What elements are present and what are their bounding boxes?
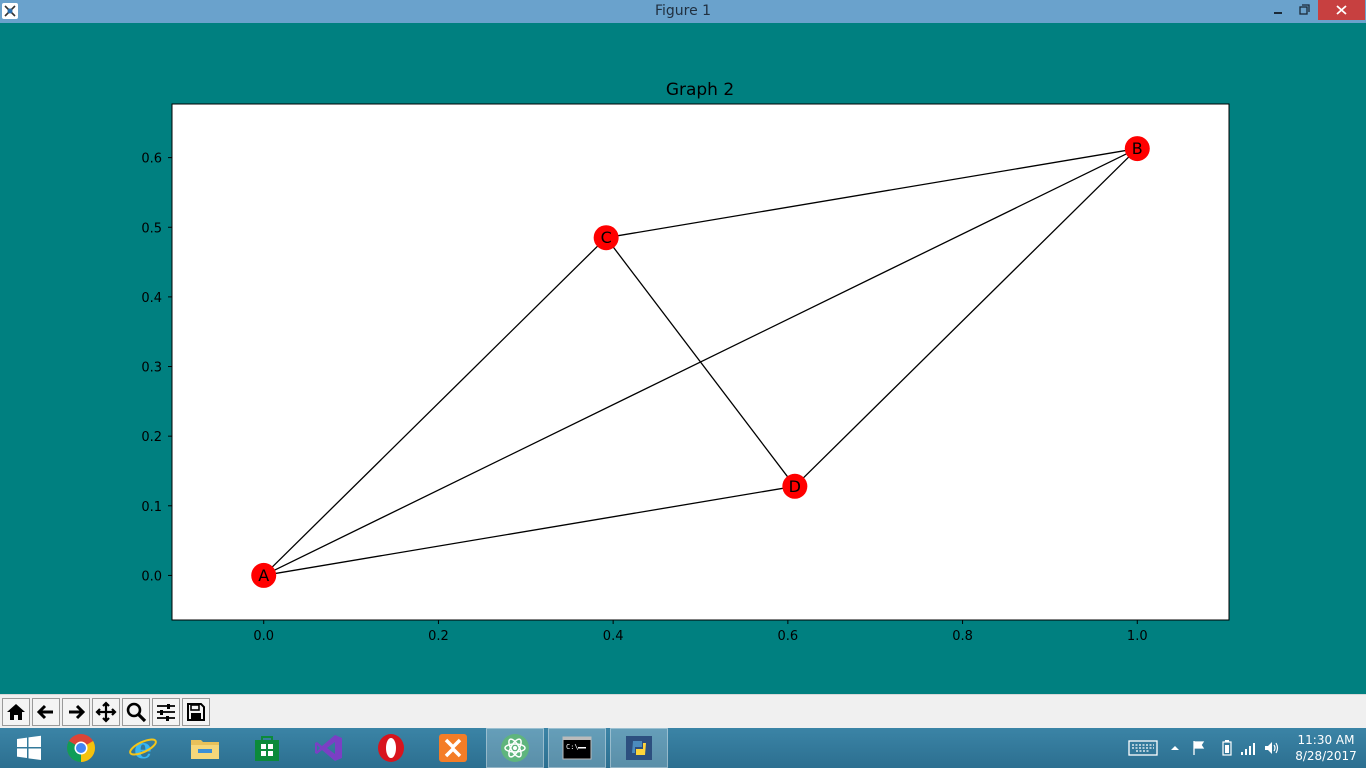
keyboard-tray[interactable]	[1128, 728, 1158, 768]
arrow-right-icon	[69, 704, 86, 720]
flag-icon	[1193, 741, 1205, 755]
signal-icon	[1241, 743, 1255, 755]
node-label-C: C	[601, 228, 612, 247]
keyboard-icon	[1128, 740, 1158, 756]
x-tick-label: 0.4	[603, 629, 624, 644]
start-button[interactable]	[0, 728, 58, 768]
taskbar-command-prompt[interactable]: C:\	[548, 728, 606, 768]
y-tick-label: 0.5	[141, 221, 162, 236]
cmd-icon: C:\	[562, 736, 592, 760]
x-tick-label: 0.6	[778, 629, 799, 644]
svg-text:e: e	[134, 732, 152, 764]
taskbar-atom[interactable]	[486, 728, 544, 768]
atom-icon	[501, 734, 529, 762]
window-title: Figure 1	[654, 3, 712, 19]
navigation-toolbar	[0, 694, 1366, 728]
x-tick-label: 0.0	[253, 629, 274, 644]
y-tick-label: 0.0	[141, 569, 162, 584]
home-button[interactable]	[2, 698, 30, 726]
taskbar-python[interactable]	[610, 728, 668, 768]
pan-button[interactable]	[92, 698, 120, 726]
clock-date: 8/28/2017	[1295, 749, 1357, 763]
home-icon	[7, 704, 25, 720]
taskbar-internet-explorer[interactable]: e	[114, 728, 172, 768]
close-button[interactable]	[1318, 0, 1365, 20]
y-tick-label: 0.4	[141, 291, 162, 306]
x-tick-label: 0.2	[428, 629, 449, 644]
restore-icon	[1299, 4, 1310, 15]
save-button[interactable]	[182, 698, 210, 726]
chevron-up-icon	[1171, 746, 1179, 750]
window-titlebar: Figure 1	[0, 0, 1366, 23]
graph-chart: Graph 2 0.0 0.2 0.4 0.6 0.8 1.0 0.0 0.1 0.2 0.3 0.…	[141, 80, 1230, 644]
windows-logo-icon	[17, 735, 41, 760]
restore-button[interactable]	[1290, 0, 1318, 20]
taskbar-store[interactable]	[238, 728, 296, 768]
x-tick-label: 1.0	[1127, 629, 1148, 644]
back-button[interactable]	[32, 698, 60, 726]
move-icon	[95, 701, 117, 723]
taskbar-file-explorer[interactable]	[176, 728, 234, 768]
minimize-button[interactable]	[1264, 0, 1292, 20]
taskbar: e C:\ 11:30 AM 8/28/2017	[0, 728, 1366, 768]
network-tray[interactable]	[1240, 728, 1256, 768]
chrome-icon	[67, 734, 95, 762]
y-tick-label: 0.2	[141, 430, 162, 445]
taskbar-clock[interactable]: 11:30 AM 8/28/2017	[1290, 732, 1362, 764]
x-tick-label: 0.8	[952, 629, 973, 644]
ie-icon: e	[129, 732, 157, 764]
figure-canvas[interactable]: Graph 2 0.0 0.2 0.4 0.6 0.8 1.0 0.0 0.1 0.2 0.3 0.…	[0, 23, 1366, 694]
visual-studio-icon	[315, 735, 342, 761]
node-label-A: A	[258, 566, 269, 585]
action-center-tray[interactable]	[1192, 728, 1208, 768]
svg-text:C:\: C:\	[566, 743, 579, 751]
taskbar-visual-studio[interactable]	[300, 728, 358, 768]
close-icon	[1336, 5, 1347, 15]
y-tick-label: 0.3	[141, 361, 162, 376]
store-icon	[255, 736, 279, 761]
node-label-B: B	[1132, 139, 1143, 158]
python-icon	[626, 736, 652, 760]
clock-time: 11:30 AM	[1297, 733, 1355, 747]
show-hidden-icons-button[interactable]	[1170, 728, 1180, 768]
arrow-left-icon	[36, 704, 53, 720]
y-tick-label: 0.6	[141, 152, 162, 167]
sliders-icon	[157, 704, 175, 721]
floppy-disk-icon	[187, 703, 205, 721]
speaker-icon	[1265, 742, 1279, 754]
magnifier-icon	[126, 702, 147, 723]
folder-icon	[191, 740, 219, 759]
battery-icon	[1222, 740, 1232, 756]
volume-tray[interactable]	[1264, 728, 1280, 768]
taskbar-xampp[interactable]	[424, 728, 482, 768]
y-tick-label: 0.1	[141, 500, 162, 515]
minimize-icon	[1274, 12, 1282, 14]
node-label-D: D	[789, 477, 801, 496]
forward-button[interactable]	[62, 698, 90, 726]
configure-subplots-button[interactable]	[152, 698, 180, 726]
battery-tray[interactable]	[1222, 728, 1232, 768]
taskbar-opera[interactable]	[362, 728, 420, 768]
zoom-button[interactable]	[122, 698, 150, 726]
opera-icon	[378, 734, 404, 762]
xampp-icon	[439, 734, 467, 762]
taskbar-chrome[interactable]	[52, 728, 110, 768]
chart-title: Graph 2	[666, 80, 734, 100]
